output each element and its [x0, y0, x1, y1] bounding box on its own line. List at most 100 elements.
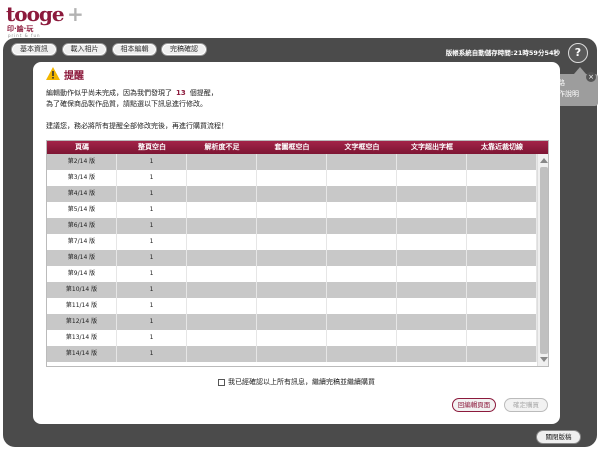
cell-blank-page: 1: [117, 154, 187, 170]
back-to-edit-button[interactable]: 回編輯頁面: [452, 398, 496, 412]
cell-near-trim: [467, 330, 537, 346]
cell-blank-page: 1: [117, 234, 187, 250]
table-row[interactable]: 第8/14 版1: [47, 250, 537, 266]
cell-low-resolution: [187, 218, 257, 234]
cell-page: 第8/14 版: [47, 250, 117, 266]
cell-empty-textbox: [327, 186, 397, 202]
close-draft-button[interactable]: 關閉版稿: [536, 430, 581, 444]
cell-page: 第14/14 版: [47, 346, 117, 362]
cell-empty-textbox: [327, 330, 397, 346]
tab-basic-info[interactable]: 基本資訊: [11, 43, 57, 56]
cell-low-resolution: [187, 186, 257, 202]
reminder-table: 頁碼 整頁空白 解析度不足 套圖框空白 文字框空白 文字超出字框 太靠近裁切線 …: [46, 140, 549, 367]
tab-final-confirm[interactable]: 完稿確認: [161, 43, 207, 56]
tab-album-edit[interactable]: 相本編輯: [112, 43, 157, 56]
table-row[interactable]: 第14/14 版1: [47, 346, 537, 362]
dialog-line1-pre: 編輯動作似乎尚未完成，因為我們發現了: [46, 89, 172, 97]
cell-low-resolution: [187, 314, 257, 330]
col-near-trim: 太靠近裁切線: [481, 143, 523, 151]
cell-text-overflow: [397, 266, 467, 282]
table-row[interactable]: 第6/14 版1: [47, 218, 537, 234]
table-row[interactable]: 第12/14 版1: [47, 314, 537, 330]
scroll-thumb[interactable]: [540, 167, 548, 354]
cell-blank-page: 1: [117, 346, 187, 362]
cell-low-resolution: [187, 282, 257, 298]
cell-page: 第2/14 版: [47, 154, 117, 170]
cell-text-overflow: [397, 346, 467, 362]
cell-low-resolution: [187, 346, 257, 362]
cell-empty-textbox: [327, 282, 397, 298]
cell-low-resolution: [187, 154, 257, 170]
cell-empty-textbox: [327, 154, 397, 170]
cell-empty-textbox: [327, 170, 397, 186]
cell-near-trim: [467, 298, 537, 314]
cell-near-trim: [467, 170, 537, 186]
cell-text-overflow: [397, 250, 467, 266]
confirm-label: 我已經確認以上所有訊息，繼續完稿並繼續購買: [228, 378, 375, 386]
cell-empty-textbox: [327, 298, 397, 314]
cell-empty-frame: [257, 186, 327, 202]
cell-low-resolution: [187, 298, 257, 314]
table-row[interactable]: 第3/14 版1: [47, 170, 537, 186]
cell-near-trim: [467, 314, 537, 330]
cell-blank-page: 1: [117, 298, 187, 314]
cell-blank-page: 1: [117, 330, 187, 346]
cell-empty-frame: [257, 234, 327, 250]
cell-near-trim: [467, 282, 537, 298]
help-icon[interactable]: ?: [568, 43, 588, 63]
cell-page: 第6/14 版: [47, 218, 117, 234]
autosave-status: 版帳系統自動儲存時間:21時59分54秒: [445, 49, 560, 57]
cell-empty-frame: [257, 330, 327, 346]
table-row[interactable]: 第7/14 版1: [47, 234, 537, 250]
cell-empty-textbox: [327, 218, 397, 234]
logo-plus: +: [67, 2, 84, 26]
cell-empty-frame: [257, 298, 327, 314]
cell-empty-frame: [257, 202, 327, 218]
cell-low-resolution: [187, 330, 257, 346]
table-row[interactable]: 第2/14 版1: [47, 154, 537, 170]
col-page: 頁碼: [75, 143, 89, 151]
confirm-checkbox[interactable]: [218, 378, 225, 386]
table-row[interactable]: 第5/14 版1: [47, 202, 537, 218]
scroll-down-icon[interactable]: [540, 357, 548, 362]
cell-page: 第13/14 版: [47, 330, 117, 346]
tooltip-arrow: [574, 67, 586, 74]
cell-empty-textbox: [327, 250, 397, 266]
confirm-purchase-button[interactable]: 確定購買: [504, 398, 548, 412]
cell-blank-page: 1: [117, 202, 187, 218]
cell-page: 第7/14 版: [47, 234, 117, 250]
col-text-overflow: 文字超出字框: [411, 143, 453, 151]
cell-text-overflow: [397, 170, 467, 186]
table-row[interactable]: 第4/14 版1: [47, 186, 537, 202]
cell-page: 第10/14 版: [47, 282, 117, 298]
cell-text-overflow: [397, 202, 467, 218]
table-scrollbar[interactable]: [537, 154, 548, 366]
tooltip-close-icon[interactable]: ×: [586, 72, 596, 82]
logo-word: tooge: [6, 2, 65, 26]
confirm-checkbox-row[interactable]: 我已經確認以上所有訊息，繼續完稿並繼續購買: [218, 377, 375, 387]
cell-text-overflow: [397, 186, 467, 202]
table-row[interactable]: 第11/14 版1: [47, 298, 537, 314]
tooge-logo[interactable]: tooge + 印·論·玩 print & fun: [6, 2, 84, 38]
cell-text-overflow: [397, 218, 467, 234]
cell-text-overflow: [397, 314, 467, 330]
cell-blank-page: 1: [117, 186, 187, 202]
cell-text-overflow: [397, 298, 467, 314]
table-row[interactable]: 第9/14 版1: [47, 266, 537, 282]
cell-page: 第3/14 版: [47, 170, 117, 186]
scroll-up-icon[interactable]: [540, 158, 548, 163]
dialog-line3: 建議您，務必將所有提醒全部修改完後，再進行購買流程！: [46, 122, 228, 130]
cell-empty-frame: [257, 266, 327, 282]
table-row[interactable]: 第13/14 版1: [47, 330, 537, 346]
cell-page: 第12/14 版: [47, 314, 117, 330]
cell-empty-frame: [257, 250, 327, 266]
tab-load-photos[interactable]: 載入相片: [62, 43, 107, 56]
cell-text-overflow: [397, 154, 467, 170]
cell-near-trim: [467, 234, 537, 250]
cell-near-trim: [467, 186, 537, 202]
cell-empty-frame: [257, 346, 327, 362]
cell-page: 第4/14 版: [47, 186, 117, 202]
cell-low-resolution: [187, 266, 257, 282]
cell-near-trim: [467, 266, 537, 282]
table-row[interactable]: 第10/14 版1: [47, 282, 537, 298]
